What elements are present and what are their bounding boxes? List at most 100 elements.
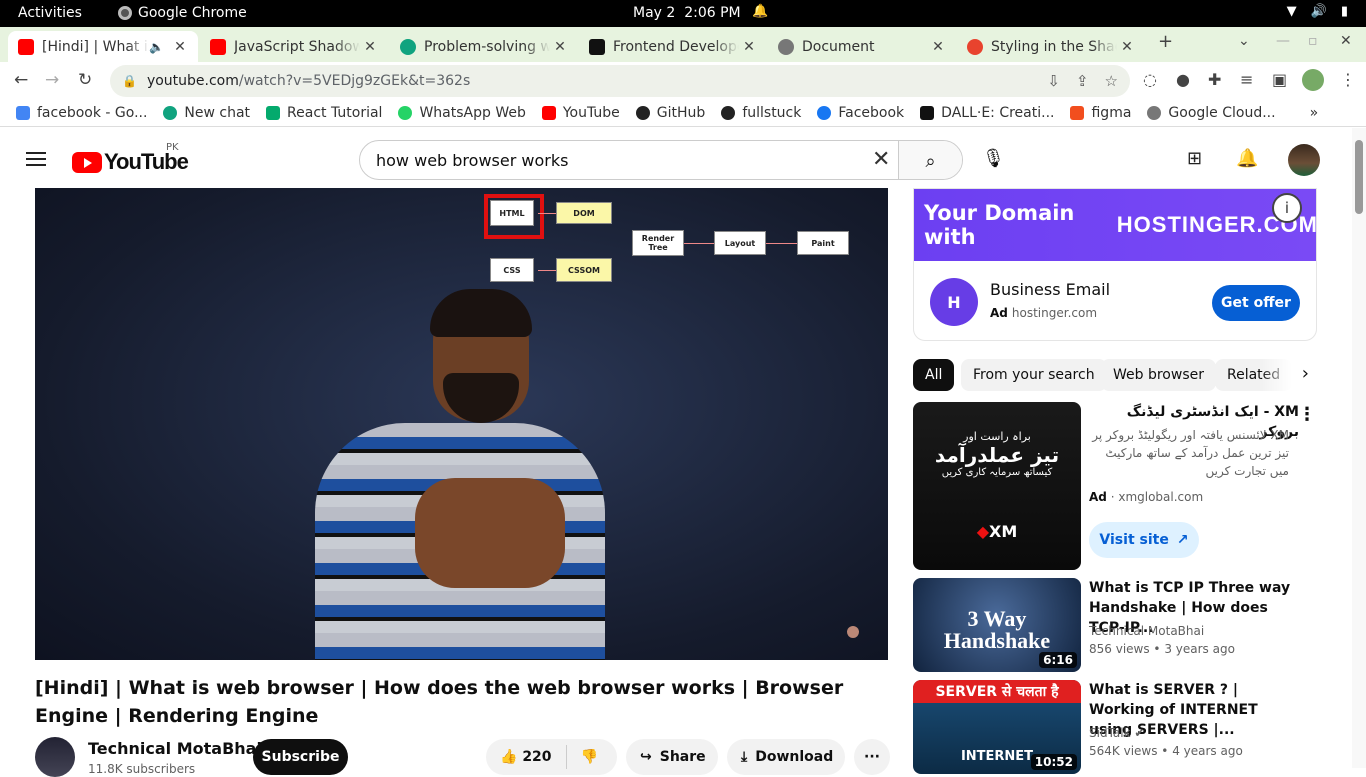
extensions-puzzle-icon[interactable]: ✚ [1208, 70, 1221, 89]
xm-ad-thumbnail[interactable]: براہ راست اور تیز عملدرآمد کیساتھ سرمایہ… [913, 402, 1081, 570]
clear-search-icon[interactable]: ✕ [872, 147, 890, 172]
tab-search-chevron-icon[interactable]: ⌄ [1238, 33, 1250, 49]
hostinger-ad[interactable]: Your Domain with HOSTINGER.COM i H Busine… [913, 188, 1317, 341]
tab-document[interactable]: Document ✕ [768, 31, 956, 62]
bookmark-item[interactable]: GitHub [635, 105, 705, 121]
media-queue-icon[interactable]: ≡ [1240, 70, 1253, 89]
tab-frontend-developer[interactable]: Frontend Developer ✕ [579, 31, 767, 62]
dislike-icon[interactable]: 👎 [581, 749, 598, 765]
address-bar[interactable]: 🔒 youtube.com/watch?v=5VEDjg9zGEk&t=362s… [110, 65, 1130, 97]
bookmark-item[interactable]: YouTube [541, 105, 620, 121]
video-thumbnail[interactable]: SERVER से चलता है INTERNET 10:52 [913, 680, 1081, 774]
chip-all[interactable]: All [913, 359, 955, 391]
profile-avatar[interactable] [1302, 69, 1324, 91]
side-panel-icon[interactable]: ▣ [1272, 70, 1287, 89]
subscribe-button[interactable]: Subscribe [253, 739, 348, 775]
like-button[interactable]: 👍 220 [500, 749, 552, 765]
close-tab-icon[interactable]: ✕ [1117, 39, 1137, 55]
scrollbar-thumb[interactable] [1355, 140, 1363, 214]
bookmark-star-icon[interactable]: ☆ [1105, 72, 1118, 90]
activities-button[interactable]: Activities [18, 5, 82, 21]
youtube-favicon-icon [210, 38, 226, 55]
channel-avatar[interactable] [35, 737, 75, 777]
clock[interactable]: May 2 2:06 PM [633, 5, 741, 21]
app-menu[interactable]: Google Chrome [118, 5, 247, 21]
search-box: ✕ ⌕ [359, 140, 963, 180]
notification-bell-icon[interactable]: 🔔 [752, 4, 768, 19]
voice-search-mic-icon[interactable]: 🎙 [982, 148, 1005, 169]
tab-problem-solving[interactable]: Problem-solving with ✕ [390, 31, 578, 62]
site-info-icon[interactable]: 🔒 [122, 74, 137, 88]
get-offer-button[interactable]: Get offer [1212, 285, 1300, 321]
install-icon[interactable]: ⇩ [1047, 72, 1060, 90]
minimize-icon[interactable]: — [1276, 33, 1290, 49]
page-scrollbar[interactable] [1352, 128, 1366, 768]
forward-arrow-icon[interactable]: → [45, 70, 59, 90]
video-item[interactable]: 3 Way Handshake 6:16 What is TCP IP Thre… [913, 578, 1333, 672]
tab-youtube-video[interactable]: [Hindi] | What is web browser 🔈 ✕ [8, 31, 198, 62]
extension-circle-icon[interactable]: ● [1176, 70, 1190, 89]
youtube-header: YouTube PK ✕ ⌕ 🎙 ⊞ 🔔 [0, 128, 1352, 186]
chrome-menu-icon[interactable]: ⋮ [1340, 70, 1356, 89]
channel-name[interactable]: Technical MotaBhai [88, 739, 262, 758]
close-tab-icon[interactable]: ✕ [360, 39, 380, 55]
create-video-icon[interactable]: ⊞ [1187, 148, 1202, 169]
notifications-bell-icon[interactable]: 🔔 [1236, 148, 1258, 169]
diagram-dom: DOM [556, 202, 612, 224]
bookmark-item[interactable]: New chat [163, 105, 250, 121]
video-item[interactable]: SERVER से चलता है INTERNET 10:52 What is… [913, 680, 1333, 774]
globe-favicon-icon [778, 38, 794, 55]
facebook-icon [817, 105, 832, 120]
download-button[interactable]: ⤓ Download [727, 739, 845, 775]
youtube-logo[interactable]: YouTube PK [72, 142, 189, 175]
close-window-icon[interactable]: ✕ [1340, 33, 1352, 49]
maximize-icon[interactable]: ▫ [1308, 33, 1318, 49]
bookmark-item[interactable]: fullstuck [721, 105, 801, 121]
ad-banner[interactable]: Your Domain with HOSTINGER.COM [914, 189, 1316, 261]
channel-name[interactable]: Technical MotaBhai [1089, 624, 1204, 638]
bookmark-item[interactable]: Facebook [817, 105, 904, 121]
xm-ad-meta: Ad · xmglobal.com [1089, 490, 1204, 504]
video-player[interactable]: HTML DOM CSS CSSOM Render Tree Layout Pa… [35, 188, 888, 660]
close-tab-icon[interactable]: ✕ [550, 39, 570, 55]
share-button[interactable]: ↪ Share [626, 739, 718, 775]
speaker-icon[interactable]: 🔈 [149, 40, 164, 54]
bookmark-item[interactable]: Google Cloud... [1147, 105, 1276, 121]
diagram-cssom: CSSOM [556, 258, 612, 282]
tab-styling-shadow[interactable]: Styling in the Shadow DOM ✕ [957, 31, 1145, 62]
hamburger-menu-icon[interactable] [26, 152, 46, 166]
bookmark-item[interactable]: React Tutorial [266, 105, 382, 121]
close-tab-icon[interactable]: ✕ [170, 39, 190, 55]
new-tab-plus-icon[interactable]: + [1158, 31, 1173, 52]
close-tab-icon[interactable]: ✕ [739, 39, 759, 55]
close-tab-icon[interactable]: ✕ [928, 39, 948, 55]
hostinger-logo[interactable]: H [930, 278, 978, 326]
visit-site-button[interactable]: Visit site ↗ [1089, 522, 1199, 558]
ad-title[interactable]: Business Email [990, 280, 1110, 299]
channel-name[interactable]: SidTalk ✔ [1089, 726, 1144, 740]
search-input[interactable] [360, 141, 860, 179]
account-avatar[interactable] [1288, 144, 1320, 176]
video-thumbnail[interactable]: 3 Way Handshake 6:16 [913, 578, 1081, 672]
chips-next-chevron-icon[interactable]: › [1302, 363, 1309, 384]
system-tray[interactable]: ▼ 🔊 ▮ [1287, 4, 1348, 19]
tab-javascript-shadow[interactable]: JavaScript Shadow DOM ✕ [200, 31, 388, 62]
reload-icon[interactable]: ↻ [78, 70, 92, 90]
chip-related[interactable]: Related [1215, 359, 1293, 391]
bookmark-item[interactable]: DALL·E: Creati... [920, 105, 1054, 121]
chip-web-browser[interactable]: Web browser [1101, 359, 1216, 391]
bookmark-item[interactable]: facebook - Go... [16, 105, 147, 121]
channel-watermark-icon[interactable] [847, 626, 859, 638]
ad-info-icon[interactable]: i [1272, 193, 1302, 223]
back-arrow-icon[interactable]: ← [14, 70, 28, 90]
loading-extension-icon[interactable]: ◌ [1143, 70, 1157, 89]
more-actions-icon[interactable]: ··· [854, 739, 890, 775]
sponsored-video-item[interactable]: براہ راست اور تیز عملدرآمد کیساتھ سرمایہ… [913, 402, 1333, 570]
share-icon[interactable]: ⇪ [1076, 72, 1089, 90]
search-button[interactable]: ⌕ [898, 141, 962, 179]
chip-from-your-search[interactable]: From your search [961, 359, 1107, 391]
more-options-icon[interactable]: ⋮ [1298, 404, 1316, 425]
bookmark-item[interactable]: figma [1070, 105, 1131, 121]
bookmark-item[interactable]: WhatsApp Web [398, 105, 526, 121]
more-bookmarks-icon[interactable]: » [1310, 105, 1319, 121]
